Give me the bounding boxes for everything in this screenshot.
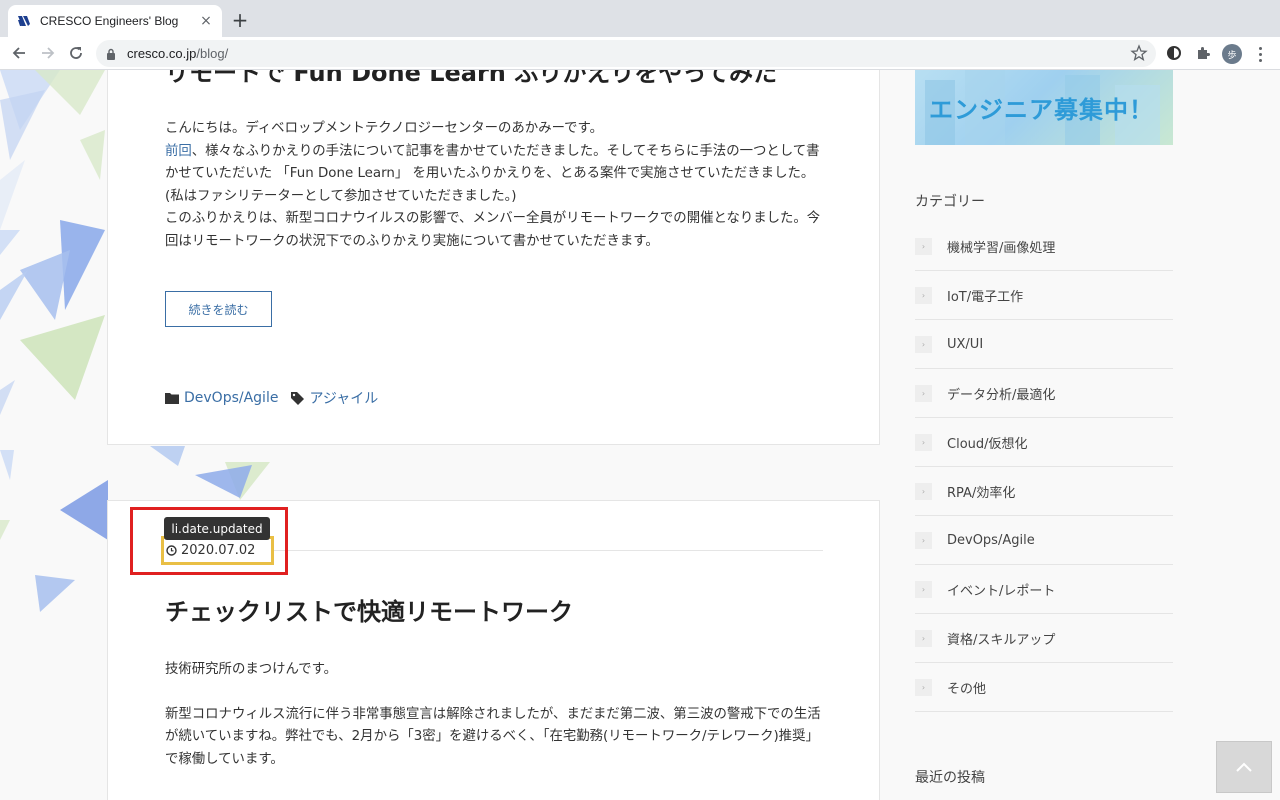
read-more-button[interactable]: 続きを読む <box>165 291 272 327</box>
category-item[interactable]: › UX/UI <box>915 320 1173 369</box>
post-title[interactable]: チェックリストで快適リモートワーク <box>165 592 573 627</box>
categories-heading: カテゴリー <box>915 194 985 210</box>
banner-text: エンジニア募集中！ <box>929 96 1154 124</box>
post-paragraph: このふりかえりは、新型コロナウイルスの影響で、メンバー全員がリモートワークでの開… <box>165 211 821 249</box>
tag-link[interactable]: アジャイル <box>309 388 378 408</box>
reload-icon[interactable] <box>65 42 87 64</box>
clock-icon <box>166 545 177 556</box>
folder-icon <box>165 392 179 404</box>
puzzle-extensions-icon[interactable] <box>1193 43 1213 63</box>
chevron-right-icon: › <box>915 335 932 353</box>
chevron-right-icon: › <box>915 629 932 647</box>
date-text: 2020.07.02 <box>181 543 256 558</box>
recent-posts-heading: 最近の投稿 <box>915 770 985 786</box>
bookmark-star-icon[interactable] <box>1130 44 1148 62</box>
scroll-to-top-button[interactable] <box>1216 741 1272 793</box>
cresco-favicon-icon <box>16 13 32 29</box>
browser-menu-icon[interactable] <box>1254 45 1266 63</box>
chevron-up-icon <box>1236 762 1252 772</box>
chevron-right-icon: › <box>915 531 932 549</box>
category-item[interactable]: › RPA/効率化 <box>915 467 1173 516</box>
category-item[interactable]: › 資格/スキルアップ <box>915 614 1173 663</box>
post-card-fun-done-learn: リモートで Fun Done Learn ふりかえりをやってみた こんにちは。デ… <box>107 70 880 445</box>
chevron-right-icon: › <box>915 286 932 304</box>
devtools-tooltip: li.date.updated <box>164 517 270 540</box>
forward-arrow-icon[interactable] <box>37 42 59 64</box>
post-paragraph: 新型コロナウィルス流行に伴う非常事態宣言は解除されましたが、まだまだ第二波、第三… <box>165 706 821 767</box>
browser-tab-bar: CRESCO Engineers' Blog × + <box>0 0 1280 37</box>
page-viewport: リモートで Fun Done Learn ふりかえりをやってみた こんにちは。デ… <box>0 70 1280 800</box>
category-item[interactable]: › DevOps/Agile <box>915 516 1173 565</box>
post-intro: 技術研究所のまつけんです。 <box>165 662 338 677</box>
post-paragraph: 前回、様々なふりかえりの手法について記事を書かせていただきました。そしてそちらに… <box>165 143 820 204</box>
post-meta: DevOps/Agile アジャイル <box>165 388 378 408</box>
tag-icon <box>291 391 305 405</box>
chevron-right-icon: › <box>915 433 932 451</box>
category-link[interactable]: DevOps/Agile <box>184 390 278 406</box>
extension-icon[interactable] <box>1164 43 1184 63</box>
post-excerpt: こんにちは。ディベロップメントテクノロジーセンターのあかみーです。 前回、様々な… <box>165 118 825 253</box>
category-item[interactable]: › IoT/電子工作 <box>915 271 1173 320</box>
chevron-right-icon: › <box>915 678 932 696</box>
tab-title: CRESCO Engineers' Blog <box>40 14 179 28</box>
chevron-right-icon: › <box>915 384 932 402</box>
chevron-right-icon: › <box>915 237 932 255</box>
address-bar[interactable]: cresco.co.jp/blog/ <box>96 40 1156 67</box>
category-item[interactable]: › データ分析/最適化 <box>915 369 1173 418</box>
url-text: cresco.co.jp/blog/ <box>127 46 229 61</box>
chevron-right-icon: › <box>915 482 932 500</box>
lock-icon <box>106 48 118 60</box>
category-item[interactable]: › Cloud/仮想化 <box>915 418 1173 467</box>
browser-tab[interactable]: CRESCO Engineers' Blog × <box>8 5 222 37</box>
back-arrow-icon[interactable] <box>8 42 30 64</box>
post-title[interactable]: リモートで Fun Done Learn ふりかえりをやってみた <box>165 70 777 88</box>
category-list: › 機械学習/画像処理 › IoT/電子工作 › UX/UI › データ分析/最適化 ›… <box>915 222 1173 712</box>
chevron-right-icon: › <box>915 580 932 598</box>
tab-close-icon[interactable]: × <box>198 13 214 29</box>
profile-avatar[interactable]: 歩 <box>1222 44 1242 64</box>
post-date: 2020.07.02 <box>161 536 274 565</box>
browser-toolbar: cresco.co.jp/blog/ <box>0 37 1280 70</box>
new-tab-button[interactable]: + <box>229 9 251 31</box>
post-intro: こんにちは。ディベロップメントテクノロジーセンターのあかみーです。 <box>165 121 604 136</box>
recruit-banner[interactable]: エンジニア募集中！ <box>915 70 1173 145</box>
post-excerpt: 技術研究所のまつけんです。 新型コロナウィルス流行に伴う非常事態宣言は解除されま… <box>165 659 825 771</box>
previous-post-link[interactable]: 前回 <box>165 144 192 159</box>
category-item[interactable]: › その他 <box>915 663 1173 712</box>
category-item[interactable]: › 機械学習/画像処理 <box>915 222 1173 271</box>
category-item[interactable]: › イベント/レポート <box>915 565 1173 614</box>
